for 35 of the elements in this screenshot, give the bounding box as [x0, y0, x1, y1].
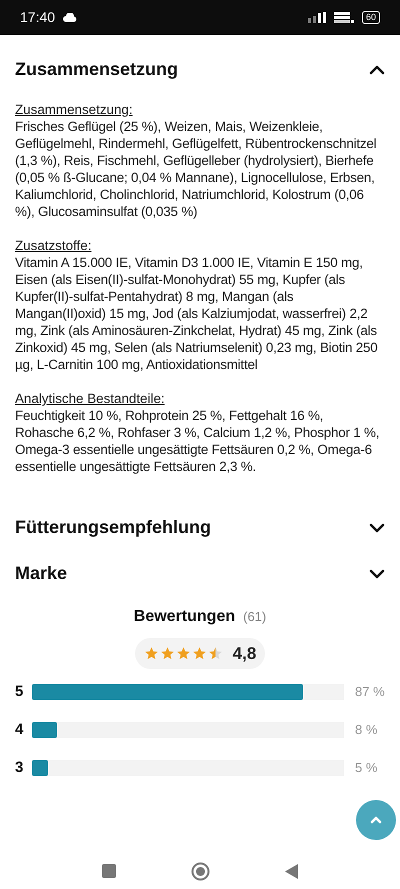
- star-icon: [160, 646, 175, 661]
- rating-percent: 87 %: [355, 683, 385, 702]
- reviews-title: Bewertungen: [134, 607, 236, 627]
- star-icon: [144, 646, 159, 661]
- section-header[interactable]: Marke: [15, 552, 385, 595]
- cloud-icon: [63, 13, 78, 22]
- signal-icon: [308, 12, 326, 23]
- star-icon: [208, 646, 223, 661]
- chevron-down-icon: [369, 522, 385, 532]
- block-text: Feuchtigkeit 10 %, Rohprotein 25 %, Fettgehalt 16 %, Rohasche 6,2 %, Rohfaser 3 %, Calcium 1,2 %, Phosphor 1 %, Omega-3 essentielle ungesättigte Fettsäuren 0,2 %, Omega-6 essentielle ungesättigte Fettsäuren 2,3 %.: [15, 407, 380, 475]
- chevron-up-icon: [370, 816, 382, 824]
- block-heading: Analytische Bestandteile:: [15, 390, 166, 407]
- battery-icon: 60: [362, 11, 380, 24]
- section-header[interactable]: Fütterungsempfehlung: [15, 506, 385, 549]
- home-icon[interactable]: [190, 862, 210, 880]
- rating-percent: 8 %: [355, 721, 378, 740]
- section-header[interactable]: Zusammensetzung: [15, 48, 385, 91]
- star-level-label: 5: [15, 682, 24, 702]
- block-text: Frisches Geflügel (25 %), Weizen, Mais, Weizenkleie, Geflügelmehl, Rindermehl, Geflügelfett, Rübentrockenschnitzel (1,3 %), Reis, Fischmehl, Geflügelleber (hydrolysiert), Bierhefe (0,05 % ß-Glucane; 0,04 % Mannane), Lignocellulose, Erbsen, Kaliumchlorid, Cholinchlorid, Natriumchlorid, Kolostrum (0,06 %), Glucosaminsulfat (0,035 %): [15, 118, 378, 220]
- back-icon[interactable]: [284, 864, 298, 878]
- rating-percent: 5 %: [355, 759, 378, 778]
- block-heading: Zusatzstoffe:: [15, 237, 92, 254]
- status-time: 17:40: [20, 8, 56, 27]
- chevron-down-icon: [369, 568, 385, 578]
- star-level-label: 3: [15, 758, 24, 778]
- star-level-label: 4: [15, 720, 24, 740]
- rating-score: 4,8: [232, 642, 256, 665]
- star-icon: [192, 646, 207, 661]
- block-text: Vitamin A 15.000 IE, Vitamin D3 1.000 IE, Vitamin E 150 mg, Eisen (als Eisen(II)-sulfat-Monohydrat) 55 mg, Kupfer (als Kupfer(II)-sulfat-Pentahydrat) 8 mg, Mangan (als Mangan(II)oxid) 15 mg, Jod (als Kalziumjodat, wasserfrei) 2,2 mg, Zink (als Aminosäuren-Zinkchelat, Hydrat) 45 mg, Zink (als Zinkoxid) 45 mg, Selen (als Natriumselenit) 0,23 mg, Biotin 250 µg, L-Carnitin 100 mg, Antioxidationsmittel: [15, 254, 379, 373]
- star-icon: [176, 646, 191, 661]
- scroll-up-button[interactable]: [356, 800, 396, 840]
- recents-icon[interactable]: [102, 864, 116, 878]
- chevron-up-icon: [369, 64, 385, 74]
- block-heading: Zusammensetzung:: [15, 101, 134, 118]
- review-count: (61): [243, 608, 266, 626]
